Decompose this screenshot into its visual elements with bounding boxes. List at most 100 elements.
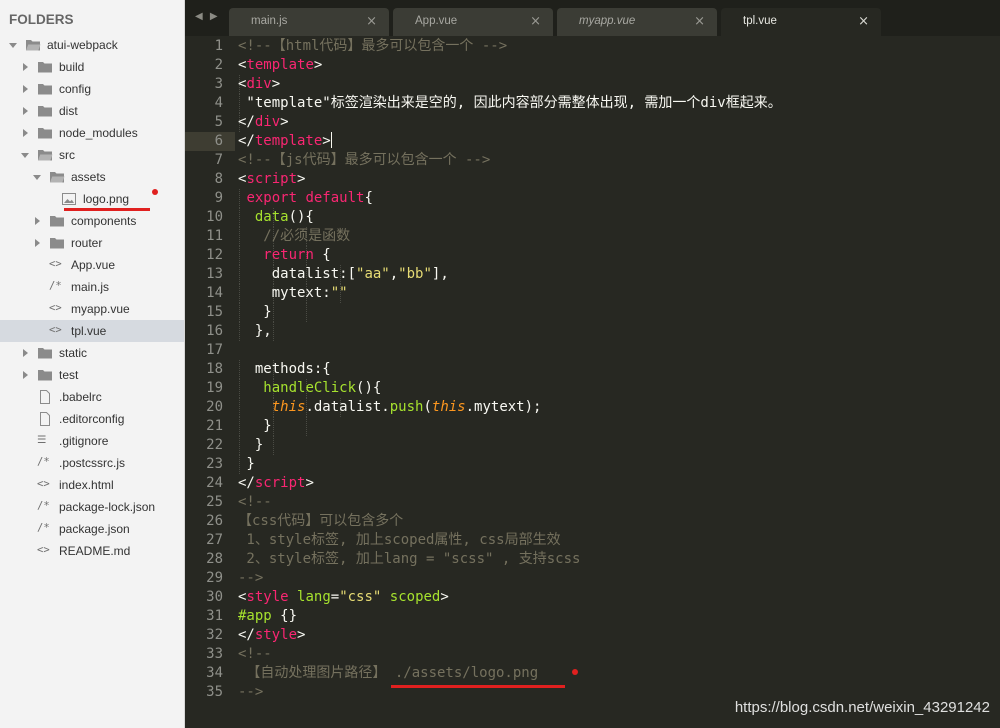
folder-icon: [37, 126, 53, 140]
close-icon[interactable]: ×: [366, 14, 377, 29]
code-line[interactable]: 28 2、style标签, 加上lang = "scss" , 支持scss: [185, 550, 1000, 569]
code-line[interactable]: 12 return {: [185, 246, 1000, 265]
tree-folder-test[interactable]: test: [0, 364, 184, 386]
tree-file-tpl-vue[interactable]: <> tpl.vue: [0, 320, 184, 342]
code-token: (: [423, 399, 432, 415]
code-file-icon: <>: [37, 544, 50, 556]
close-icon[interactable]: ×: [858, 14, 869, 29]
tree-file-app-vue[interactable]: <> App.vue: [0, 254, 184, 276]
code-token: (){: [288, 209, 314, 225]
code-line[interactable]: 6 </template>: [185, 132, 1000, 151]
disclosure-open-icon[interactable]: [21, 153, 29, 158]
code-token: 1、style标签, 加上scoped属性, css局部生效: [238, 532, 561, 548]
disclosure-open-icon[interactable]: [9, 43, 17, 48]
disclosure-closed-icon[interactable]: [23, 371, 28, 379]
disclosure-closed-icon[interactable]: [35, 239, 40, 247]
sidebar-title: FOLDERS: [9, 12, 74, 27]
indent-guide: [306, 303, 308, 322]
code-line[interactable]: 13 datalist:["aa","bb"],: [185, 265, 1000, 284]
code-token: </: [238, 114, 255, 130]
code-line[interactable]: 22 }: [185, 436, 1000, 455]
close-icon[interactable]: ×: [694, 14, 705, 29]
code-line[interactable]: 27 1、style标签, 加上scoped属性, css局部生效: [185, 531, 1000, 550]
tab-nav-arrows-icon[interactable]: ◀ ▶: [195, 11, 220, 22]
tree-file-readme-md[interactable]: <> README.md: [0, 540, 184, 562]
tree-folder-router[interactable]: router: [0, 232, 184, 254]
code-token: handleClick: [263, 380, 357, 396]
code-token: (){: [356, 380, 382, 396]
code-line[interactable]: 7 <!--【js代码】最多可以包含一个 -->: [185, 151, 1000, 170]
code-line[interactable]: 14 mytext:"": [185, 284, 1000, 303]
tab-main-js[interactable]: main.js ×: [229, 8, 389, 36]
tree-file-myapp-vue[interactable]: <> myapp.vue: [0, 298, 184, 320]
tree-file-main-js[interactable]: /* main.js: [0, 276, 184, 298]
code-line[interactable]: 18 methods:{: [185, 360, 1000, 379]
code-line[interactable]: 16 },: [185, 322, 1000, 341]
code-line[interactable]: 5 </div>: [185, 113, 1000, 132]
tree-folder-dist[interactable]: dist: [0, 100, 184, 122]
code-line[interactable]: 15 }: [185, 303, 1000, 322]
code-text: <!--【js代码】最多可以包含一个 -->: [238, 151, 490, 170]
tree-folder-atui-webpack[interactable]: atui-webpack: [0, 34, 184, 56]
code-line[interactable]: 3 <div>: [185, 75, 1000, 94]
code-line[interactable]: 20 this.datalist.push(this.mytext);: [185, 398, 1000, 417]
code-line[interactable]: 1 <!--【html代码】最多可以包含一个 -->: [185, 37, 1000, 56]
tab-app-vue[interactable]: App.vue ×: [393, 8, 553, 36]
code-line[interactable]: 32 </style>: [185, 626, 1000, 645]
tree-file-gitignore[interactable]: ☰ .gitignore: [0, 430, 184, 452]
tree-file-postcssrc-js[interactable]: /* .postcssrc.js: [0, 452, 184, 474]
tree-file-logo-png[interactable]: logo.png: [0, 188, 184, 211]
code-line[interactable]: 34 【自动处理图片路径】 ./assets/logo.png: [185, 664, 1000, 688]
code-line[interactable]: 19 handleClick(){: [185, 379, 1000, 398]
tree-file-package-lock-json[interactable]: /* package-lock.json: [0, 496, 184, 518]
code-text: <!--: [238, 645, 272, 664]
tab-myapp-vue[interactable]: myapp.vue ×: [557, 8, 717, 36]
script-file-icon: /*: [49, 280, 62, 292]
disclosure-closed-icon[interactable]: [23, 129, 28, 137]
tree-folder-static[interactable]: static: [0, 342, 184, 364]
line-number: 22: [206, 437, 223, 453]
indent-guide: [306, 417, 308, 436]
tree-folder-build[interactable]: build: [0, 56, 184, 78]
tree-file-babelrc[interactable]: .babelrc: [0, 386, 184, 408]
code-token: export default: [246, 190, 365, 206]
disclosure-closed-icon[interactable]: [23, 107, 28, 115]
code-line[interactable]: 2 <template>: [185, 56, 1000, 75]
tree-file-package-json[interactable]: /* package.json: [0, 518, 184, 540]
code-token: {}: [271, 608, 298, 624]
tree-folder-config[interactable]: config: [0, 78, 184, 100]
code-line[interactable]: 10 data(){: [185, 208, 1000, 227]
line-number: 35: [206, 684, 223, 700]
code-editor[interactable]: 1 <!--【html代码】最多可以包含一个 --> 2 <template> 3 <di…: [185, 36, 1000, 728]
disclosure-closed-icon[interactable]: [35, 217, 40, 225]
code-line[interactable]: 4 "template"标签渲染出来是空的, 因此内容部分需整体出现, 需加一个…: [185, 94, 1000, 113]
code-line[interactable]: 29 -->: [185, 569, 1000, 588]
code-line[interactable]: 9 export default{: [185, 189, 1000, 208]
tree-item-label: dist: [59, 104, 78, 118]
code-line[interactable]: 33 <!--: [185, 645, 1000, 664]
code-line[interactable]: 11 //必须是函数: [185, 227, 1000, 246]
disclosure-open-icon[interactable]: [33, 175, 41, 180]
code-line[interactable]: 23 }: [185, 455, 1000, 474]
code-line[interactable]: 30 <style lang="css" scoped>: [185, 588, 1000, 607]
tree-file-index-html[interactable]: <> index.html: [0, 474, 184, 496]
code-line[interactable]: 26 【css代码】可以包含多个: [185, 512, 1000, 531]
tree-folder-src[interactable]: src: [0, 144, 184, 166]
code-line[interactable]: 8 <script>: [185, 170, 1000, 189]
code-line[interactable]: 31 #app {}: [185, 607, 1000, 626]
code-line[interactable]: 21 }: [185, 417, 1000, 436]
line-number: 14: [206, 285, 223, 301]
tree-folder-node-modules[interactable]: node_modules: [0, 122, 184, 144]
tree-file-editorconfig[interactable]: .editorconfig: [0, 408, 184, 430]
code-line[interactable]: 25 <!--: [185, 493, 1000, 512]
code-text: <script>: [238, 170, 305, 189]
close-icon[interactable]: ×: [530, 14, 541, 29]
disclosure-closed-icon[interactable]: [23, 63, 28, 71]
tree-folder-components[interactable]: components: [0, 210, 184, 232]
code-line[interactable]: 17: [185, 341, 1000, 360]
disclosure-closed-icon[interactable]: [23, 349, 28, 357]
tab-tpl-vue[interactable]: tpl.vue ×: [721, 8, 881, 36]
code-line[interactable]: 24 </script>: [185, 474, 1000, 493]
disclosure-closed-icon[interactable]: [23, 85, 28, 93]
tree-folder-assets[interactable]: assets: [0, 166, 184, 188]
